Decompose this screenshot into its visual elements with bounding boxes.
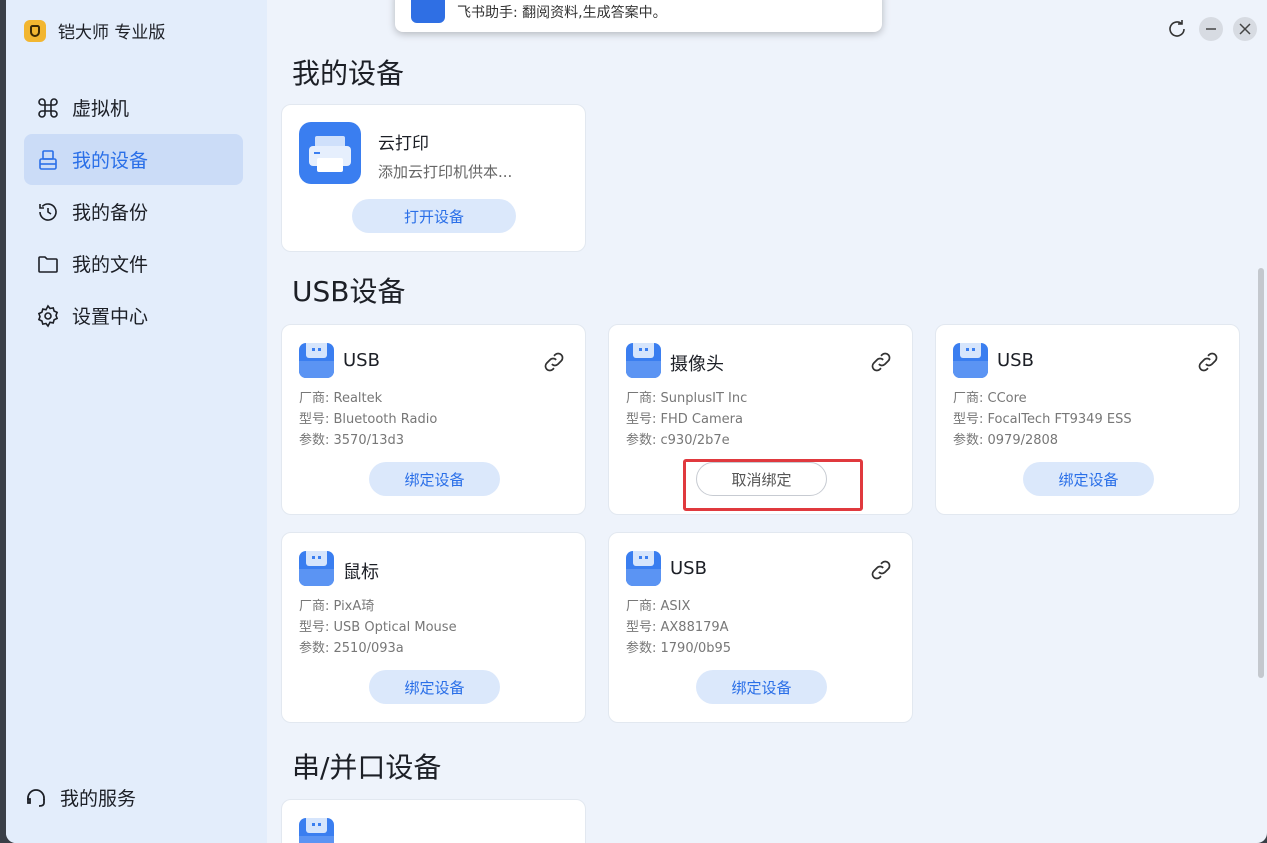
device-params: 参数: 0979/2808 [953,433,1059,448]
device-info: 厂商: CCore 型号: FocalTech FT9349 ESS 参数: 0… [953,388,1132,451]
sidebar-item-label: 设置中心 [72,306,149,328]
usb-device-icon [953,343,988,378]
folder-icon [38,255,58,273]
highlight-box [683,459,863,511]
device-params: 参数: c930/2b7e [626,433,730,448]
shield-logo-icon [24,19,46,42]
sidebar-item-label: 我的设备 [72,150,149,172]
cloud-print-card: 云打印 添加云打印机供本... 打开设备 [281,104,586,252]
close-button[interactable] [1233,17,1257,41]
toast-text: 飞书助手: 翻阅资料,生成答案中。 [457,5,667,21]
sidebar-item-label: 虚拟机 [72,98,130,120]
usb-device-card: USB 厂商: CCore 型号: FocalTech FT9349 ESS 参… [935,324,1240,515]
device-model: 型号: FocalTech FT9349 ESS [953,412,1132,427]
scrollbar[interactable] [1258,268,1264,678]
usb-device-card: USB 厂商: Realtek 型号: Bluetooth Radio 参数: … [281,324,586,515]
close-icon [1239,23,1251,35]
device-model: 型号: FHD Camera [626,412,743,427]
device-vendor: 厂商: ASIX [626,599,691,614]
usb-device-icon [626,551,661,586]
device-name: 鼠标 [343,562,379,583]
usb-device-icon [626,343,661,378]
brand: 铠大师 专业版 [24,18,165,43]
device-vendor: 厂商: Realtek [299,391,383,406]
device-vendor: 厂商: SunplusIT Inc [626,391,748,406]
usb-device-icon [299,343,334,378]
link-icon[interactable] [868,557,894,583]
device-name: USB [343,350,380,371]
sidebar-item-vm[interactable]: 虚拟机 [24,82,243,133]
section-title-usb: USB设备 [292,275,406,308]
app-window: 铠大师 专业版 虚拟机 我的设备 我的备份 我的文件 设置中心 我的服务 飞书助… [6,0,1267,843]
link-icon[interactable] [541,349,567,375]
sidebar-item-my-backup[interactable]: 我的备份 [24,186,243,237]
usb-device-card: 鼠标 厂商: PixA琦 型号: USB Optical Mouse 参数: 2… [281,532,586,723]
sidebar: 铠大师 专业版 虚拟机 我的设备 我的备份 我的文件 设置中心 我的服务 [6,0,267,843]
history-icon [39,202,57,221]
printer-icon [299,122,361,184]
link-icon[interactable] [1195,349,1221,375]
usb-device-card: 摄像头 厂商: SunplusIT Inc 型号: FHD Camera 参数:… [608,324,913,515]
cloud-print-title: 云打印 [378,134,429,154]
device-vendor: 厂商: CCore [953,391,1027,406]
notification-toast[interactable]: 飞书助手: 翻阅资料,生成答案中。 [395,0,882,32]
bind-device-button[interactable]: 绑定设备 [369,670,500,704]
feishu-icon [411,0,445,23]
sidebar-item-my-files[interactable]: 我的文件 [24,238,243,289]
device-model: 型号: AX88179A [626,620,729,635]
sidebar-item-my-devices[interactable]: 我的设备 [24,134,243,185]
bind-device-button[interactable]: 绑定设备 [1023,462,1154,496]
device-vendor: 厂商: PixA琦 [299,599,375,614]
window-controls [1165,17,1257,41]
command-icon [38,97,58,118]
my-service-label: 我的服务 [60,788,137,810]
sidebar-item-settings[interactable]: 设置中心 [24,290,243,341]
device-info: 厂商: PixA琦 型号: USB Optical Mouse 参数: 2510… [299,596,457,659]
bind-device-button[interactable]: 绑定设备 [369,462,500,496]
sidebar-nav: 虚拟机 我的设备 我的备份 我的文件 设置中心 [24,82,243,342]
headset-icon [27,788,45,807]
open-device-button[interactable]: 打开设备 [352,199,516,233]
serial-device-icon [299,818,334,843]
device-name: 摄像头 [670,354,724,375]
usb-device-card: USB 厂商: ASIX 型号: AX88179A 参数: 1790/0b95 … [608,532,913,723]
device-params: 参数: 2510/093a [299,641,404,656]
refresh-icon [1169,20,1185,37]
device-model: 型号: USB Optical Mouse [299,620,457,635]
device-icon [39,149,57,170]
sidebar-item-label: 我的文件 [72,254,149,276]
device-model: 型号: Bluetooth Radio [299,412,438,427]
device-info: 厂商: ASIX 型号: AX88179A 参数: 1790/0b95 [626,596,731,659]
device-info: 厂商: Realtek 型号: Bluetooth Radio 参数: 3570… [299,388,437,451]
device-name: USB [670,558,707,579]
section-title-my-devices: 我的设备 [292,57,405,90]
usb-device-icon [299,551,334,586]
gear-icon [37,304,59,327]
device-params: 参数: 3570/13d3 [299,433,405,448]
main-content: 飞书助手: 翻阅资料,生成答案中。 我的设备 云打印 添加云打印机供本... 打… [267,0,1267,843]
cloud-print-desc: 添加云打印机供本... [378,163,513,181]
device-info: 厂商: SunplusIT Inc 型号: FHD Camera 参数: c93… [626,388,747,451]
serial-device-card [281,799,586,843]
refresh-button[interactable] [1165,17,1189,41]
device-name: USB [997,350,1034,371]
link-icon[interactable] [868,349,894,375]
section-title-serial: 串/并口设备 [292,751,442,784]
bind-device-button[interactable]: 绑定设备 [696,670,827,704]
sidebar-item-label: 我的备份 [72,202,149,224]
device-params: 参数: 1790/0b95 [626,641,732,656]
minimize-button[interactable] [1199,17,1223,41]
app-title: 铠大师 专业版 [58,23,166,43]
my-service-link[interactable]: 我的服务 [24,784,136,811]
minimize-icon [1206,28,1216,30]
